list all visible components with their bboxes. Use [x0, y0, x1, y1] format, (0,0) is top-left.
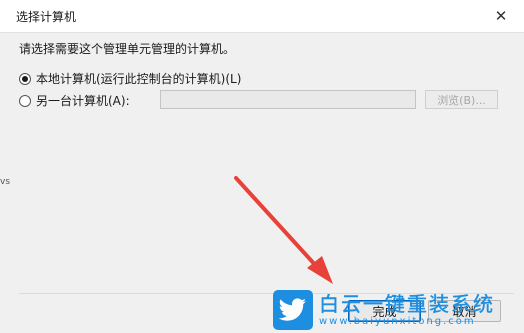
background-window-text: vs: [0, 177, 11, 187]
other-computer-label[interactable]: 另一台计算机(A):: [36, 92, 130, 109]
title-bar: 选择计算机 ✕: [0, 0, 524, 33]
arrow-head: [307, 256, 333, 284]
watermark-text: 白云一键重装系统 www.baiyunxitong.com: [319, 291, 495, 328]
other-computer-option[interactable]: 另一台计算机(A):: [19, 92, 130, 109]
local-computer-radio[interactable]: [19, 72, 31, 85]
other-computer-radio[interactable]: [19, 94, 31, 107]
computer-name-input[interactable]: [160, 90, 416, 109]
twitter-bird-icon: [273, 289, 313, 330]
watermark-url: www.baiyunxitong.com: [319, 315, 476, 327]
watermark-title: 白云一键重装系统: [319, 291, 495, 316]
local-computer-label[interactable]: 本地计算机(运行此控制台的计算机)(L): [36, 70, 241, 87]
close-icon: ✕: [494, 7, 508, 25]
watermark: 白云一键重装系统 www.baiyunxitong.com: [273, 286, 524, 333]
close-button[interactable]: ✕: [478, 0, 524, 32]
radio-selected-dot: [22, 75, 28, 82]
instruction-text: 请选择需要这个管理单元管理的计算机。: [19, 42, 236, 56]
local-computer-option[interactable]: 本地计算机(运行此控制台的计算机)(L): [19, 70, 241, 87]
window-title: 选择计算机: [16, 10, 77, 24]
arrow-shaft: [234, 176, 320, 270]
browse-button[interactable]: 浏览(B)...: [425, 90, 498, 109]
